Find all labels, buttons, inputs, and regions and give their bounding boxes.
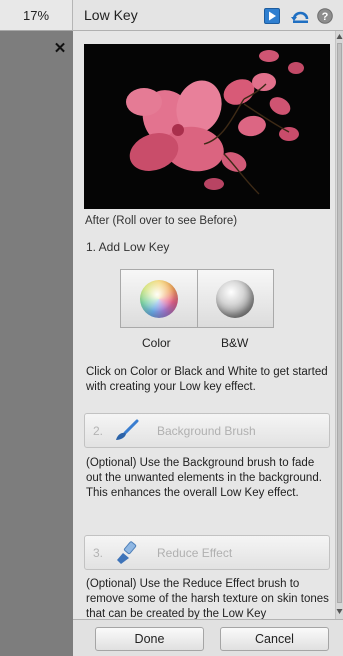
- color-sphere-icon: [139, 279, 178, 318]
- step2-label: Background Brush: [157, 424, 256, 438]
- panel-content: After (Roll over to see Before) 1. Add L…: [73, 31, 335, 619]
- bw-mode-label: B&W: [221, 336, 249, 350]
- done-button[interactable]: Done: [95, 627, 204, 651]
- cancel-button[interactable]: Cancel: [220, 627, 329, 651]
- color-mode-label: Color: [142, 336, 171, 350]
- bw-mode-button[interactable]: [198, 270, 274, 327]
- preview-caption: After (Roll over to see Before): [85, 215, 238, 227]
- back-icon[interactable]: [291, 8, 310, 24]
- preview-image[interactable]: [84, 44, 330, 209]
- brush-icon: [116, 419, 139, 440]
- background-brush-button[interactable]: 2. Background Brush: [84, 413, 330, 448]
- step2-number: 2.: [93, 424, 104, 438]
- help-icon[interactable]: ?: [317, 8, 333, 24]
- canvas-area: 17% ✕: [0, 0, 73, 656]
- color-mode-button[interactable]: [121, 270, 198, 327]
- mode-selector: [120, 269, 274, 328]
- panel-header: Low Key ?: [73, 0, 343, 31]
- panel-footer: Done Cancel: [73, 619, 343, 656]
- reduce-effect-button[interactable]: 3. Reduce Effect: [84, 535, 330, 570]
- scroll-up-arrow-icon[interactable]: [336, 33, 343, 41]
- close-icon[interactable]: ✕: [53, 41, 67, 56]
- step1-heading: 1. Add Low Key: [86, 240, 170, 254]
- scroll-thumb[interactable]: [337, 43, 342, 603]
- guided-edit-panel: Low Key ? After (Roll over to see Before…: [73, 0, 343, 656]
- reduce-brush-icon: [117, 541, 137, 564]
- panel-scrollbar[interactable]: [335, 31, 343, 619]
- panel-title: Low Key: [84, 7, 138, 23]
- step3-number: 3.: [93, 546, 104, 560]
- svg-text:?: ?: [322, 11, 329, 23]
- step1-description: Click on Color or Black and White to get…: [86, 366, 328, 393]
- zoom-level[interactable]: 17%: [0, 0, 73, 31]
- scroll-down-arrow-icon[interactable]: [336, 607, 343, 615]
- play-video-icon[interactable]: [264, 8, 280, 24]
- bw-sphere-icon: [216, 279, 255, 318]
- step3-description: (Optional) Use the Reduce Effect brush t…: [86, 578, 329, 619]
- step3-label: Reduce Effect: [157, 546, 233, 560]
- step2-description: (Optional) Use the Background brush to f…: [86, 457, 322, 499]
